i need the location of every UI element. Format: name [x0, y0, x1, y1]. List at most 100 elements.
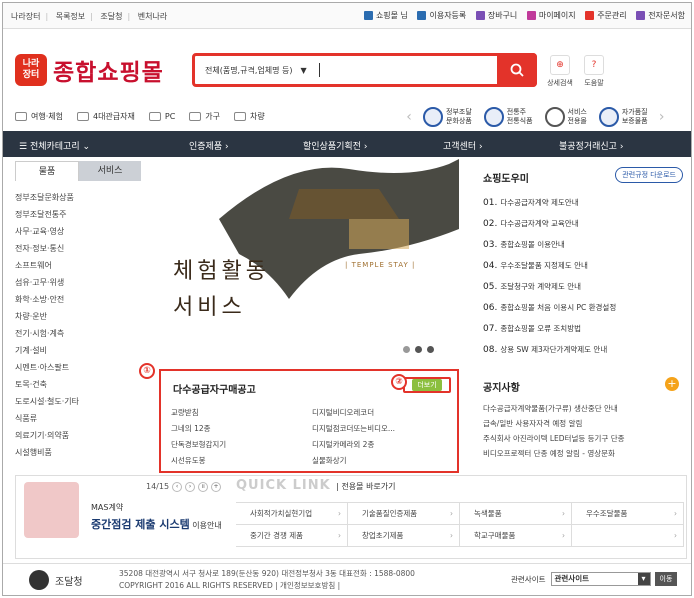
user-menu-mypage[interactable]: 마이페이지 — [526, 10, 576, 21]
mas-notice-item[interactable]: 디지털점코더또는비디오... — [312, 423, 453, 434]
mas-notice-item[interactable]: 디지털카메라외 2종 — [312, 439, 453, 450]
mas-notice-item[interactable]: 실물화상기 — [312, 455, 453, 466]
promo-service[interactable]: 서비스 전용몰 — [544, 107, 587, 127]
go-button[interactable]: 이동 — [654, 572, 678, 586]
user-menu-shoppingmall[interactable]: 쇼핑몰 님 — [363, 10, 408, 21]
side-item[interactable]: 시설행비품 — [15, 444, 141, 461]
chevron-right-icon[interactable]: › — [654, 109, 670, 125]
search-input[interactable] — [319, 63, 320, 77]
site-logo[interactable]: 나라 장터 종합쇼핑몰 — [15, 53, 164, 87]
nav-support[interactable]: 고객센터 › — [443, 139, 483, 152]
banner-dot[interactable] — [415, 346, 422, 353]
quick-vehicle[interactable]: 차량 — [234, 111, 265, 122]
user-menu: 쇼핑몰 님 이용자등록 장바구니 마이페이지 주문관리 전자문서함 — [357, 10, 685, 22]
side-item[interactable]: 전자·정보·통신 — [15, 240, 141, 257]
regulation-download-button[interactable]: 관련규정 다운로드 — [615, 167, 683, 183]
quick-materials[interactable]: 4대관급자재 — [76, 111, 135, 122]
quicklink-item[interactable]: 창업초기제품 — [348, 525, 460, 547]
helper-item[interactable]: 01. 다수공급자계약 제도안내 — [483, 197, 616, 218]
user-menu-orders[interactable]: 주문관리 — [585, 10, 627, 21]
helper-item[interactable]: 04. 우수조달물품 지정제도 안내 — [483, 260, 616, 281]
side-item[interactable]: 전기·시험·계측 — [15, 325, 141, 342]
link-venture[interactable]: 벤처나라 — [138, 12, 167, 21]
helper-item[interactable]: 08. 상용 SW 제3자단가계약제도 안내 — [483, 344, 616, 365]
side-item[interactable]: 화학·소방·안전 — [15, 291, 141, 308]
tab-goods[interactable]: 물품 — [15, 161, 79, 181]
side-item[interactable]: 소프트웨어 — [15, 257, 141, 274]
side-item[interactable]: 정부조달문화상품 — [15, 189, 141, 206]
quicklink-item[interactable]: 우수조달물품 — [572, 503, 684, 525]
quicklink-item[interactable]: 학교구매물품 — [460, 525, 572, 547]
plus-icon[interactable]: + — [665, 377, 679, 391]
quicklink-item[interactable]: 중기간 경쟁 제품 — [236, 525, 348, 547]
mas-notice-item[interactable]: 시선유도봉 — [171, 455, 312, 466]
link-catalog[interactable]: 목록정보 — [56, 12, 85, 21]
announcement-item[interactable]: 다수공급자계약물품(가구류) 생산중단 안내 — [483, 403, 625, 418]
side-item[interactable]: 식품류 — [15, 410, 141, 427]
logo-mark: 나라 장터 — [15, 54, 47, 86]
helper-item[interactable]: 06. 종합쇼핑몰 처음 이용시 PC 환경설정 — [483, 302, 616, 323]
search-category-select[interactable]: 전체(품명,규격,업체명 등) ▼ — [205, 65, 307, 76]
nav-report[interactable]: 불공정거래신고 › — [559, 139, 623, 152]
quicklink-item[interactable]: 사회적가치실현기업 — [236, 503, 348, 525]
link-naramarket[interactable]: 나라장터 — [11, 12, 40, 21]
chevron-right-icon[interactable]: › — [185, 482, 196, 492]
tab-services[interactable]: 서비스 — [79, 161, 141, 181]
mas-banner[interactable]: 14/15 ‹ › ॥ + MAS계약 중간점검 제출 시스템 이용안내 — [16, 476, 226, 558]
quicklink-item[interactable] — [572, 525, 684, 547]
user-menu-cart[interactable]: 장바구니 — [475, 10, 517, 21]
banner-dot[interactable] — [403, 346, 410, 353]
announcement-item[interactable]: 비디오프로젝터 단종 예정 알림 - 영상문화 — [483, 448, 625, 463]
site-footer: 조달청 35208 대전광역시 서구 청사로 189(둔산동 920) 대전정부… — [3, 563, 691, 595]
mas-notice-item[interactable]: 교량받침 — [171, 407, 312, 418]
side-item[interactable]: 차량·운반 — [15, 308, 141, 325]
help-button[interactable]: ? 도움말 — [577, 55, 611, 88]
side-item[interactable]: 토목·건축 — [15, 376, 141, 393]
user-menu-register[interactable]: 이용자등록 — [417, 10, 466, 21]
register-icon — [417, 11, 427, 20]
search-tools: ⊕ 상세검색 ? 도움말 — [543, 55, 611, 88]
quicklink-item[interactable]: 기술품질인증제품 — [348, 503, 460, 525]
mas-notice-item[interactable]: 그네의 12종 — [171, 423, 312, 434]
nav-discount[interactable]: 할인상품기획전 › — [303, 139, 367, 152]
quicklink-item[interactable]: 녹색물품 — [460, 503, 572, 525]
promo-liquor[interactable]: 전통주 전통식품 — [483, 107, 533, 127]
side-item[interactable]: 도로시설·철도·기타 — [15, 393, 141, 410]
related-sites-select[interactable]: 관련사이트 — [550, 572, 651, 586]
quick-travel[interactable]: 여행·체험 — [15, 111, 63, 122]
chevron-left-icon[interactable]: ‹ — [401, 109, 417, 125]
pause-icon[interactable]: ॥ — [198, 482, 209, 492]
side-item[interactable]: 정부조달전통주 — [15, 206, 141, 223]
chevron-left-icon[interactable]: ‹ — [172, 482, 183, 492]
announcement-item[interactable]: 주식회사 아진라이텍 LED터널등 등기구 단종 — [483, 433, 625, 448]
top-links: 나라장터 | 목록정보 | 조달청 | 벤처나라 — [11, 12, 168, 21]
side-item[interactable]: 의료기기·의약품 — [15, 427, 141, 444]
search-button[interactable] — [497, 53, 537, 87]
promo-culture[interactable]: 정부조달 문화상품 — [423, 107, 472, 127]
mas-subtitle: MAS계약 — [91, 503, 124, 512]
quick-furniture[interactable]: 가구 — [189, 111, 220, 122]
side-item[interactable]: 기계·설비 — [15, 342, 141, 359]
helper-item[interactable]: 03. 종합쇼핑몰 이용안내 — [483, 239, 616, 260]
promo-quality[interactable]: 자가품질 보증물품 — [598, 107, 648, 127]
category-sidebar: 물품 서비스 정부조달문화상품 정부조달전통주 사무·교육·영상 전자·정보·통… — [15, 161, 141, 467]
advanced-search-button[interactable]: ⊕ 상세검색 — [543, 55, 577, 88]
nav-all-categories[interactable]: ☰ 전체카테고리 ⌄ — [19, 139, 90, 152]
banner-dot[interactable] — [427, 346, 434, 353]
announcement-item[interactable]: 급속/일반 사용자자격 예정 알림 — [483, 418, 625, 433]
side-item[interactable]: 사무·교육·영상 — [15, 223, 141, 240]
helper-item[interactable]: 07. 종합쇼핑몰 오류 조치방법 — [483, 323, 616, 344]
quick-pc[interactable]: PC — [148, 112, 175, 121]
main-banner[interactable]: 체험활동 서비스 | TEMPLE STAY | — [149, 159, 459, 359]
more-button[interactable]: 더보기 — [403, 377, 451, 393]
nav-certified[interactable]: 인증제품 › — [189, 139, 229, 152]
mas-notice-item[interactable]: 단독경보형감지기 — [171, 439, 312, 450]
mas-notice-item[interactable]: 디지털비디오레코더 — [312, 407, 453, 418]
side-item[interactable]: 섬유·고무·위생 — [15, 274, 141, 291]
helper-item[interactable]: 02. 다수공급자계약 교육안내 — [483, 218, 616, 239]
helper-item[interactable]: 05. 조달청구와 계약제도 안내 — [483, 281, 616, 302]
link-pps[interactable]: 조달청 — [100, 12, 122, 21]
plus-icon[interactable]: + — [211, 482, 222, 492]
side-item[interactable]: 시멘트·아스팔트 — [15, 359, 141, 376]
user-menu-documents[interactable]: 전자문서함 — [636, 10, 685, 21]
